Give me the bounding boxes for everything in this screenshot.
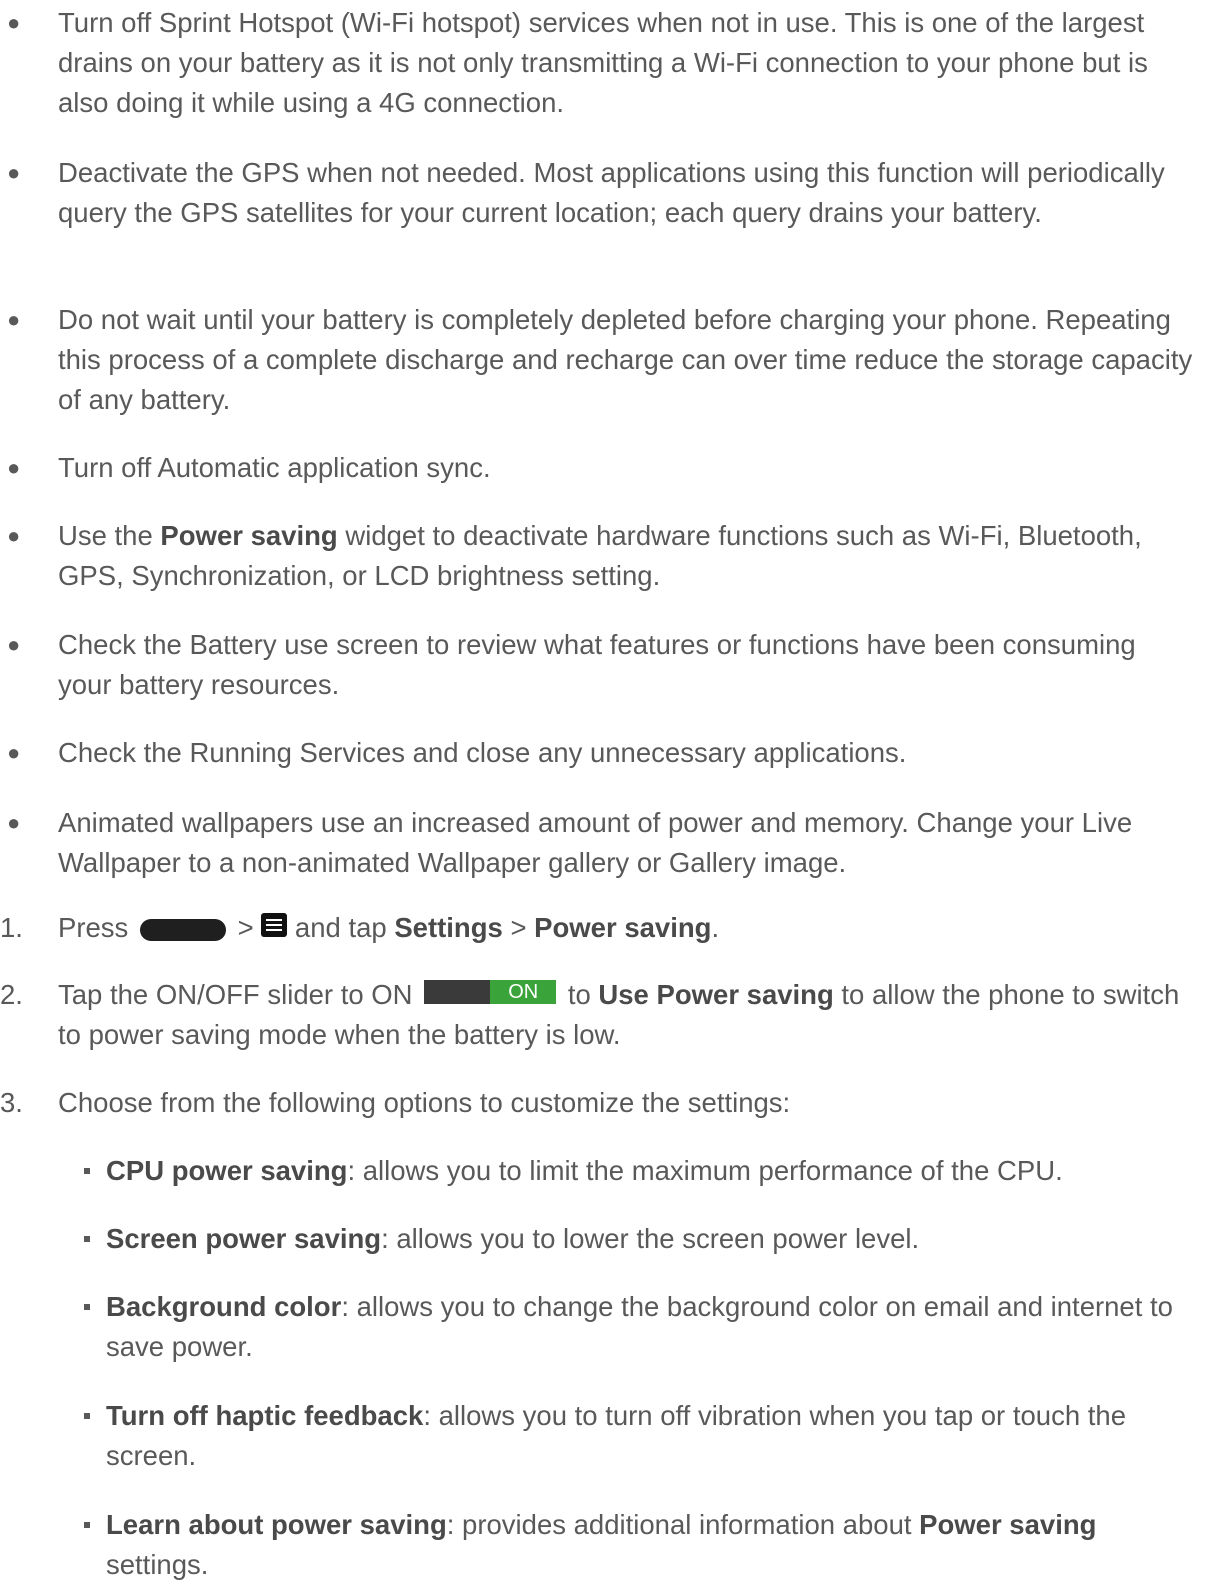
step-text: Tap the ON/OFF slider to ON ON to Use Po… <box>58 979 1180 1050</box>
bullet-marker: ● <box>7 307 21 332</box>
step-text: Press > and tap Settings > Power saving. <box>58 912 720 943</box>
tip-text: Check the Running Services and close any… <box>58 737 907 768</box>
option-text: Learn about power saving: provides addit… <box>106 1509 1097 1580</box>
tip-text: Turn off Sprint Hotspot (Wi-Fi hotspot) … <box>58 7 1148 118</box>
bullet-marker: ● <box>7 160 21 185</box>
toggle-label: ON <box>490 980 557 1004</box>
step-number: 3. <box>0 1087 23 1118</box>
square-bullet-icon <box>84 1236 90 1242</box>
option-text: CPU power saving: allows you to limit th… <box>106 1155 1063 1186</box>
option-text: Background color: allows you to change t… <box>106 1291 1173 1362</box>
bullet-marker: ● <box>7 455 21 480</box>
tip-text: Do not wait until your battery is comple… <box>58 304 1193 415</box>
tip-text: Animated wallpapers use an increased amo… <box>58 807 1133 878</box>
on-off-slider-icon: ON <box>424 980 557 1004</box>
bullet-marker: ● <box>7 632 21 657</box>
tip-text: Use the Power saving widget to deactivat… <box>58 520 1142 591</box>
step-number: 2. <box>0 979 23 1010</box>
home-key-icon <box>139 919 226 941</box>
square-bullet-icon <box>84 1413 90 1419</box>
option-text: Screen power saving: allows you to lower… <box>106 1223 920 1254</box>
option-text: Turn off haptic feedback: allows you to … <box>106 1400 1126 1471</box>
step-text: Choose from the following options to cus… <box>58 1087 791 1118</box>
bullet-marker: ● <box>7 523 21 548</box>
tip-text: Turn off Automatic application sync. <box>58 452 491 483</box>
bullet-marker: ● <box>7 740 21 765</box>
square-bullet-icon <box>84 1304 90 1310</box>
menu-key-icon <box>261 913 288 937</box>
bullet-marker: ● <box>7 810 21 835</box>
square-bullet-icon <box>84 1522 90 1528</box>
tip-text: Deactivate the GPS when not needed. Most… <box>58 157 1165 228</box>
tip-text: Check the Battery use screen to review w… <box>58 629 1136 700</box>
bullet-marker: ● <box>7 10 21 35</box>
step-number: 1. <box>0 912 23 943</box>
square-bullet-icon <box>84 1168 90 1174</box>
